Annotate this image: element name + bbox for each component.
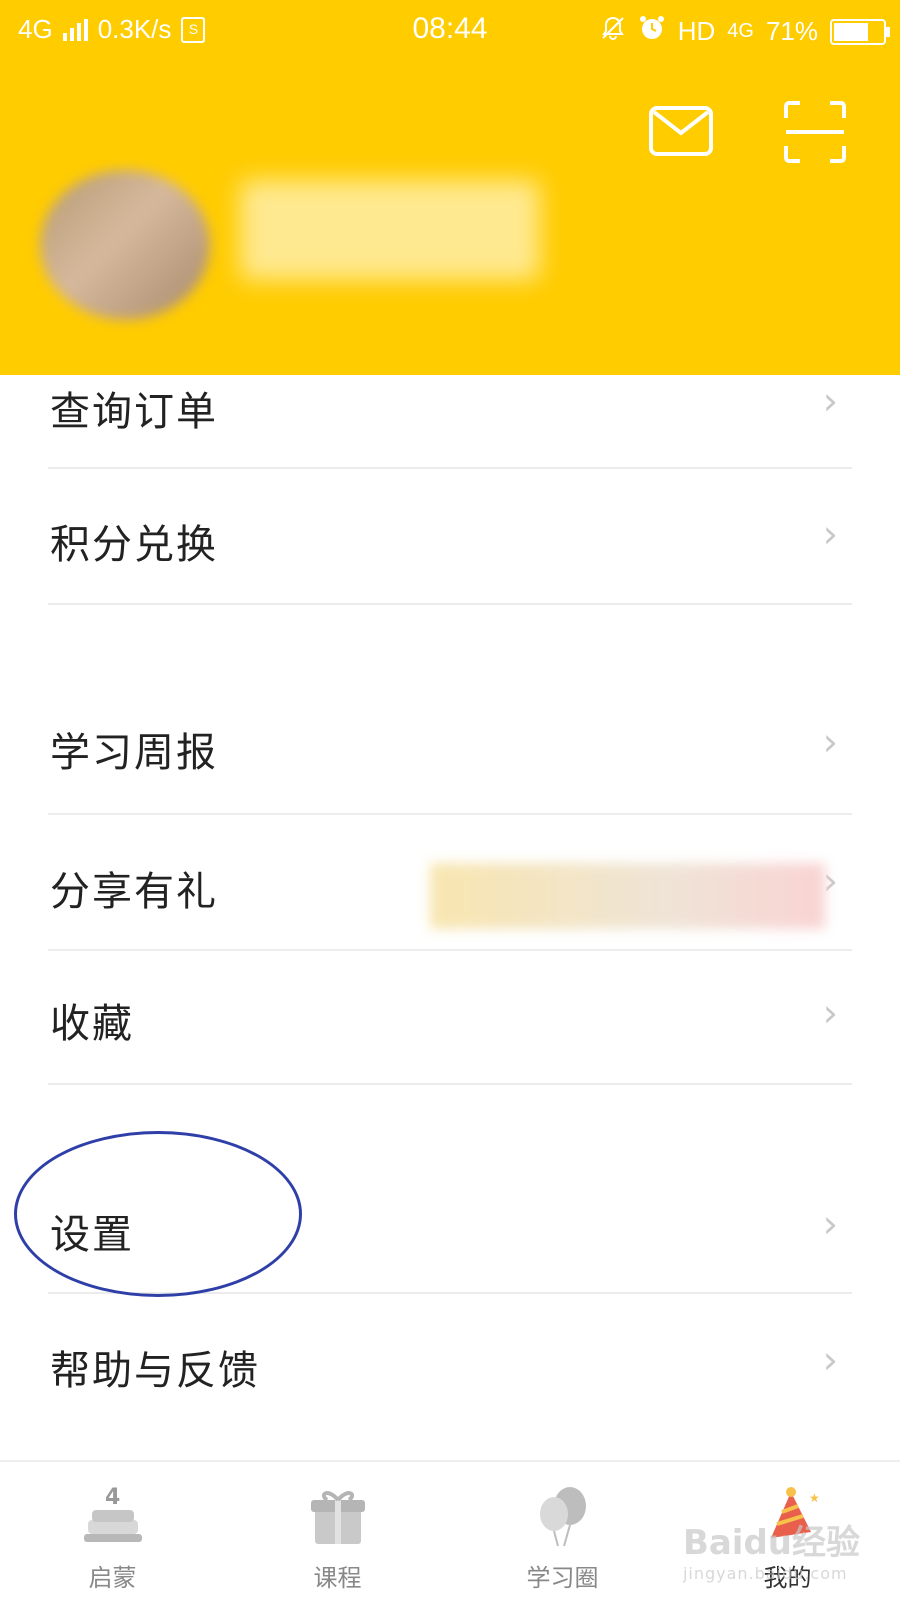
menu-item-label: 帮助与反馈 <box>50 1348 260 1394</box>
menu-item-help-feedback[interactable]: 帮助与反馈 › <box>0 1294 900 1428</box>
scan-icon[interactable] <box>782 100 848 164</box>
chevron-right-icon: › <box>822 379 838 423</box>
chevron-right-icon: › <box>822 1338 838 1382</box>
chevron-right-icon: › <box>822 859 838 903</box>
menu-item-label: 学习周报 <box>50 730 218 776</box>
alarm-icon <box>638 14 666 49</box>
svg-text:4: 4 <box>105 1485 120 1510</box>
tab-label: 学习圈 <box>526 1564 599 1592</box>
tab-enlighten[interactable]: 4 启蒙 <box>0 1462 225 1602</box>
username-blurred <box>240 180 540 280</box>
balloons-icon <box>528 1482 598 1552</box>
avatar[interactable] <box>40 170 210 320</box>
status-bar: 4G 0.3K/s S 08:44 HD 4G 71% <box>0 0 900 60</box>
chevron-right-icon: › <box>822 991 838 1035</box>
menu-item-points-exchange[interactable]: 积分兑换 › <box>0 470 900 604</box>
network-type-right: 4G <box>727 20 754 42</box>
menu-item-label: 分享有礼 <box>50 869 218 915</box>
tab-courses[interactable]: 课程 <box>225 1462 450 1602</box>
chevron-right-icon: › <box>822 720 838 764</box>
menu-item-label: 收藏 <box>50 1001 134 1047</box>
battery-level: 71% <box>765 16 818 46</box>
divider <box>48 1083 852 1085</box>
watermark-url: jingyan.baidu.com <box>682 1564 848 1583</box>
divider <box>48 467 852 469</box>
gift-icon <box>303 1482 373 1552</box>
chevron-right-icon: › <box>822 512 838 556</box>
watermark-brand: Baidu经验 <box>682 1523 860 1563</box>
hd-indicator: HD <box>677 16 716 46</box>
menu-item-favorites[interactable]: 收藏 › <box>0 951 900 1083</box>
chevron-right-icon: › <box>822 1202 838 1246</box>
divider <box>48 603 852 605</box>
tab-label: 启蒙 <box>88 1564 137 1592</box>
watermark: Baidu经验 jingyan.baidu.com <box>683 1515 860 1583</box>
menu-item-orders[interactable]: 查询订单 › <box>0 375 900 468</box>
menu-item-label: 查询订单 <box>50 389 218 435</box>
menu-item-weekly-report[interactable]: 学习周报 › <box>0 676 900 813</box>
tab-learning-circle[interactable]: 学习圈 <box>450 1462 675 1602</box>
profile-header: 4G 0.3K/s S 08:44 HD 4G 71% <box>0 0 900 375</box>
menu-item-label: 积分兑换 <box>50 522 218 568</box>
battery-icon <box>830 18 890 45</box>
mail-icon[interactable] <box>648 100 714 164</box>
cake-icon: 4 <box>78 1482 148 1552</box>
svg-text:★: ★ <box>809 1491 820 1505</box>
share-promo-blurred <box>430 863 825 929</box>
tab-label: 课程 <box>313 1564 362 1592</box>
mute-bell-icon <box>600 15 626 48</box>
settings-highlight-circle <box>14 1131 302 1297</box>
